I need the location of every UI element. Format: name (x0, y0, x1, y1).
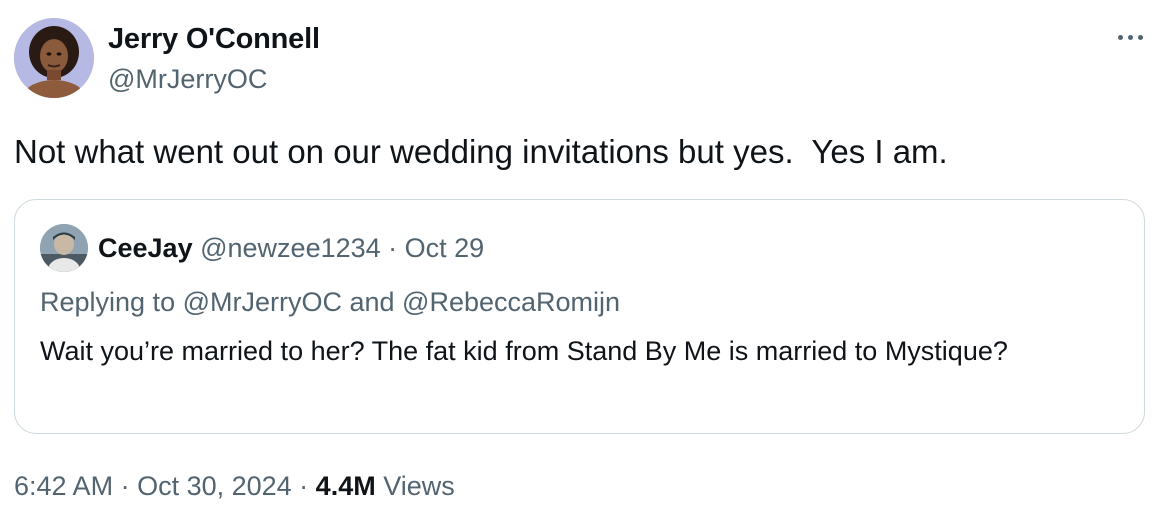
ellipsis-icon (1117, 34, 1123, 40)
quoted-tweet[interactable]: CeeJay @newzee1234 · Oct 29 Replying to … (14, 199, 1145, 434)
author-name[interactable]: Jerry O'Connell (108, 22, 320, 56)
tweet-time[interactable]: 6:42 AM (14, 471, 113, 501)
separator: · (291, 471, 316, 501)
mention-mrjerryoc[interactable]: @MrJerryOC (183, 287, 342, 317)
separator: · (380, 233, 405, 263)
tweet-date[interactable]: Oct 30, 2024 (137, 471, 292, 501)
author-avatar-image (14, 18, 94, 98)
quoted-author-name[interactable]: CeeJay (98, 233, 193, 263)
author-avatar[interactable] (14, 18, 94, 98)
tweet-text: Not what went out on our wedding invitat… (14, 133, 948, 170)
tweet: Jerry O'Connell @MrJerryOC Not what went… (0, 0, 1164, 532)
quoted-tweet-text: Wait you’re married to her? The fat kid … (40, 336, 1008, 366)
tweet-footer: 6:42 AM · Oct 30, 2024 · 4.4M Views (14, 468, 455, 504)
replying-to-label: Replying to (40, 287, 183, 317)
views-count: 4.4M (315, 471, 376, 501)
more-options-button[interactable] (1110, 22, 1150, 52)
author-handle[interactable]: @MrJerryOC (108, 62, 267, 96)
views-label: Views (375, 471, 455, 501)
ellipsis-icon (1137, 34, 1143, 40)
separator: · (113, 471, 138, 501)
quoted-author-handle[interactable]: @newzee1234 (200, 233, 381, 263)
quoted-avatar-image (40, 224, 88, 272)
replying-to-and: and (341, 287, 403, 317)
quoted-header: CeeJay @newzee1234 · Oct 29 (98, 230, 484, 266)
mention-rebeccaromijn[interactable]: @RebeccaRomijn (402, 287, 620, 317)
quoted-date[interactable]: Oct 29 (405, 233, 485, 263)
replying-to: Replying to @MrJerryOC and @RebeccaRomij… (40, 284, 620, 320)
quoted-author-avatar[interactable] (40, 224, 88, 272)
ellipsis-icon (1127, 34, 1133, 40)
